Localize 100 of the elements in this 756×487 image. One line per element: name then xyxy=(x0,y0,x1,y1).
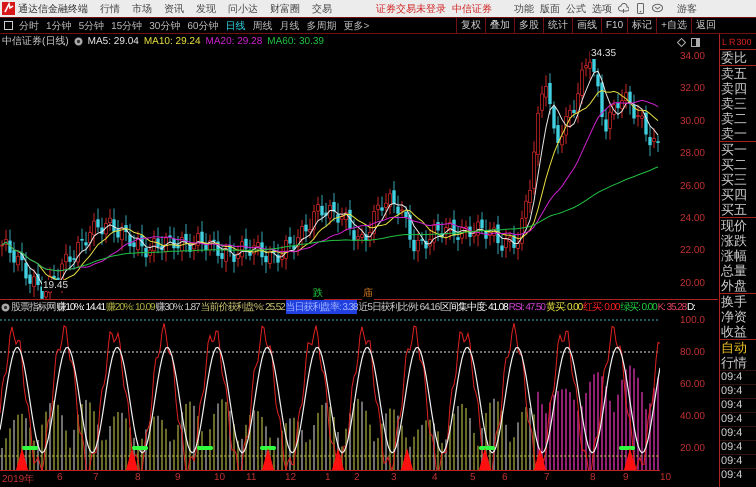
period-tab[interactable]: 周线 xyxy=(252,18,272,32)
period-tab[interactable]: 60分钟 xyxy=(187,18,218,32)
panel-toggle-icon[interactable] xyxy=(4,21,13,30)
quote-label: 买五 xyxy=(720,202,748,217)
axis-label: 100.0 xyxy=(680,315,705,327)
gear-icon[interactable] xyxy=(74,36,83,46)
period-tab[interactable]: 1分钟 xyxy=(46,18,72,32)
diamond-icon[interactable] xyxy=(677,38,686,47)
spike-marker xyxy=(126,448,138,470)
tick-time: 09:4 xyxy=(720,384,756,398)
menu-item[interactable]: 行情 xyxy=(100,2,120,16)
signal-marker xyxy=(132,446,148,450)
quote-label: 涨幅 xyxy=(720,248,748,263)
toolbar-button[interactable]: +自选 xyxy=(656,18,691,33)
period-tab[interactable]: 日线 xyxy=(226,18,246,32)
user-name[interactable]: 游客 xyxy=(677,2,697,16)
indicator-reading: 赚30%: 1.87 xyxy=(156,300,200,314)
period-tab[interactable]: 月线 xyxy=(280,18,300,32)
toolbar-button[interactable]: 多股 xyxy=(514,18,543,33)
tool-menu-item[interactable]: 功能 xyxy=(514,2,534,16)
tick-time: 09:4 xyxy=(720,412,756,426)
corner-label: R xyxy=(729,36,736,46)
indicator-reading: 区间集中度: 41.08 xyxy=(440,300,508,314)
period-tab[interactable]: 30分钟 xyxy=(149,18,180,32)
period-tab[interactable]: 多周期 xyxy=(306,18,336,32)
date-label: 1 xyxy=(325,472,331,483)
tool-menu-item[interactable]: 版面 xyxy=(540,2,560,16)
quote-label: 买三 xyxy=(720,172,748,187)
menu-item[interactable]: 问小达 xyxy=(228,2,258,16)
quote-label: 买二 xyxy=(720,157,748,172)
indicator-reading: 当前价获利盘%: 25.52 xyxy=(200,300,285,314)
indicator-reading: 红买: 0.00 xyxy=(583,301,620,314)
toolbar-button[interactable]: 画线 xyxy=(572,18,601,33)
indicator-reading: 近5日获利比例: 64.16 xyxy=(358,300,440,314)
date-label: 2019年 xyxy=(2,473,34,486)
toolbar-button[interactable]: 返回 xyxy=(691,18,720,33)
menu-item[interactable]: 财富圈 xyxy=(270,2,300,16)
quote-label: 卖一 xyxy=(720,126,748,141)
toolbar-button[interactable]: F10 xyxy=(600,18,628,33)
axis-label: 20.00 xyxy=(680,278,705,290)
quote-label: 换手 xyxy=(720,294,748,309)
period-tab[interactable]: 5分钟 xyxy=(78,18,104,32)
broker-name[interactable]: 中信证券 xyxy=(452,2,492,16)
toolbar-button[interactable]: 复权 xyxy=(456,18,485,33)
axis-label: 80.00 xyxy=(680,347,705,359)
quote-label: 收益 xyxy=(720,324,748,339)
message-icon[interactable] xyxy=(652,3,663,14)
ma-reading: MA5: 29.04 xyxy=(88,36,139,46)
tick-time: 09:4 xyxy=(720,468,756,482)
ma-reading: MA10: 29.24 xyxy=(144,36,201,46)
window-icon[interactable] xyxy=(691,38,700,47)
menu-item[interactable]: 资讯 xyxy=(164,2,184,16)
spike-marker xyxy=(534,448,546,470)
signal-mark: 庙 xyxy=(362,286,374,300)
menu-item[interactable]: 交易 xyxy=(312,2,332,16)
date-label: 4 xyxy=(432,472,438,483)
signal-marker xyxy=(619,446,635,450)
quote-label: 买一 xyxy=(720,142,748,157)
phone-icon[interactable] xyxy=(635,3,646,14)
tool-menu-item[interactable]: 选项 xyxy=(592,2,612,16)
date-label: 6 xyxy=(57,472,63,483)
spike-marker xyxy=(479,448,491,470)
cloud-icon[interactable] xyxy=(618,3,629,14)
high-price-label: 34.35 xyxy=(590,48,618,59)
mode-label[interactable]: 自动 xyxy=(720,339,756,355)
period-tab[interactable]: 分时 xyxy=(19,18,39,32)
quote-label: 卖五 xyxy=(720,66,748,81)
login-status[interactable]: 证券交易未登录 xyxy=(376,2,446,16)
signal-mark: 跌 xyxy=(312,286,324,300)
quote-label: 卖四 xyxy=(720,81,748,96)
date-label: 7 xyxy=(93,472,99,483)
corner-label: 300 xyxy=(736,36,752,46)
spike-marker xyxy=(401,448,413,470)
toolbar-button[interactable]: 统计 xyxy=(542,18,572,33)
date-label: 12 xyxy=(285,472,296,483)
quote-label: 涨跌 xyxy=(720,233,748,248)
chart-title: 中信证券(日线) xyxy=(2,34,69,48)
date-label: 8 xyxy=(590,472,596,483)
gear-icon[interactable] xyxy=(1,302,10,312)
indicator-reading: 绿买: 0.00 xyxy=(620,301,657,314)
ma-reading: MA60: 30.39 xyxy=(267,36,324,46)
indicator-reading: 赚10%: 14.41 xyxy=(56,300,106,314)
tool-menu-item[interactable]: 公式 xyxy=(566,2,586,16)
spike-marker xyxy=(16,448,28,470)
menu-item[interactable]: 发现 xyxy=(196,2,216,16)
date-label: 6 xyxy=(502,472,508,483)
corner-label: L xyxy=(722,36,728,46)
indicator-name: 股票指标网 xyxy=(11,300,56,314)
menu-item[interactable]: 市场 xyxy=(132,2,152,16)
date-label: 9 xyxy=(175,472,181,483)
toolbar-button[interactable]: 标记 xyxy=(627,18,656,33)
indicator-reading: D: xyxy=(687,302,695,312)
quote-tab[interactable]: 行情 xyxy=(720,355,756,370)
date-label: 8 xyxy=(135,472,141,483)
axis-label: 28.00 xyxy=(680,148,705,160)
quote-label: 卖三 xyxy=(720,96,748,111)
period-tab[interactable]: 15分钟 xyxy=(111,18,142,32)
period-tab[interactable]: 更多> xyxy=(344,18,370,32)
toolbar-button[interactable]: 叠加 xyxy=(484,18,514,33)
spike-marker xyxy=(262,448,274,470)
